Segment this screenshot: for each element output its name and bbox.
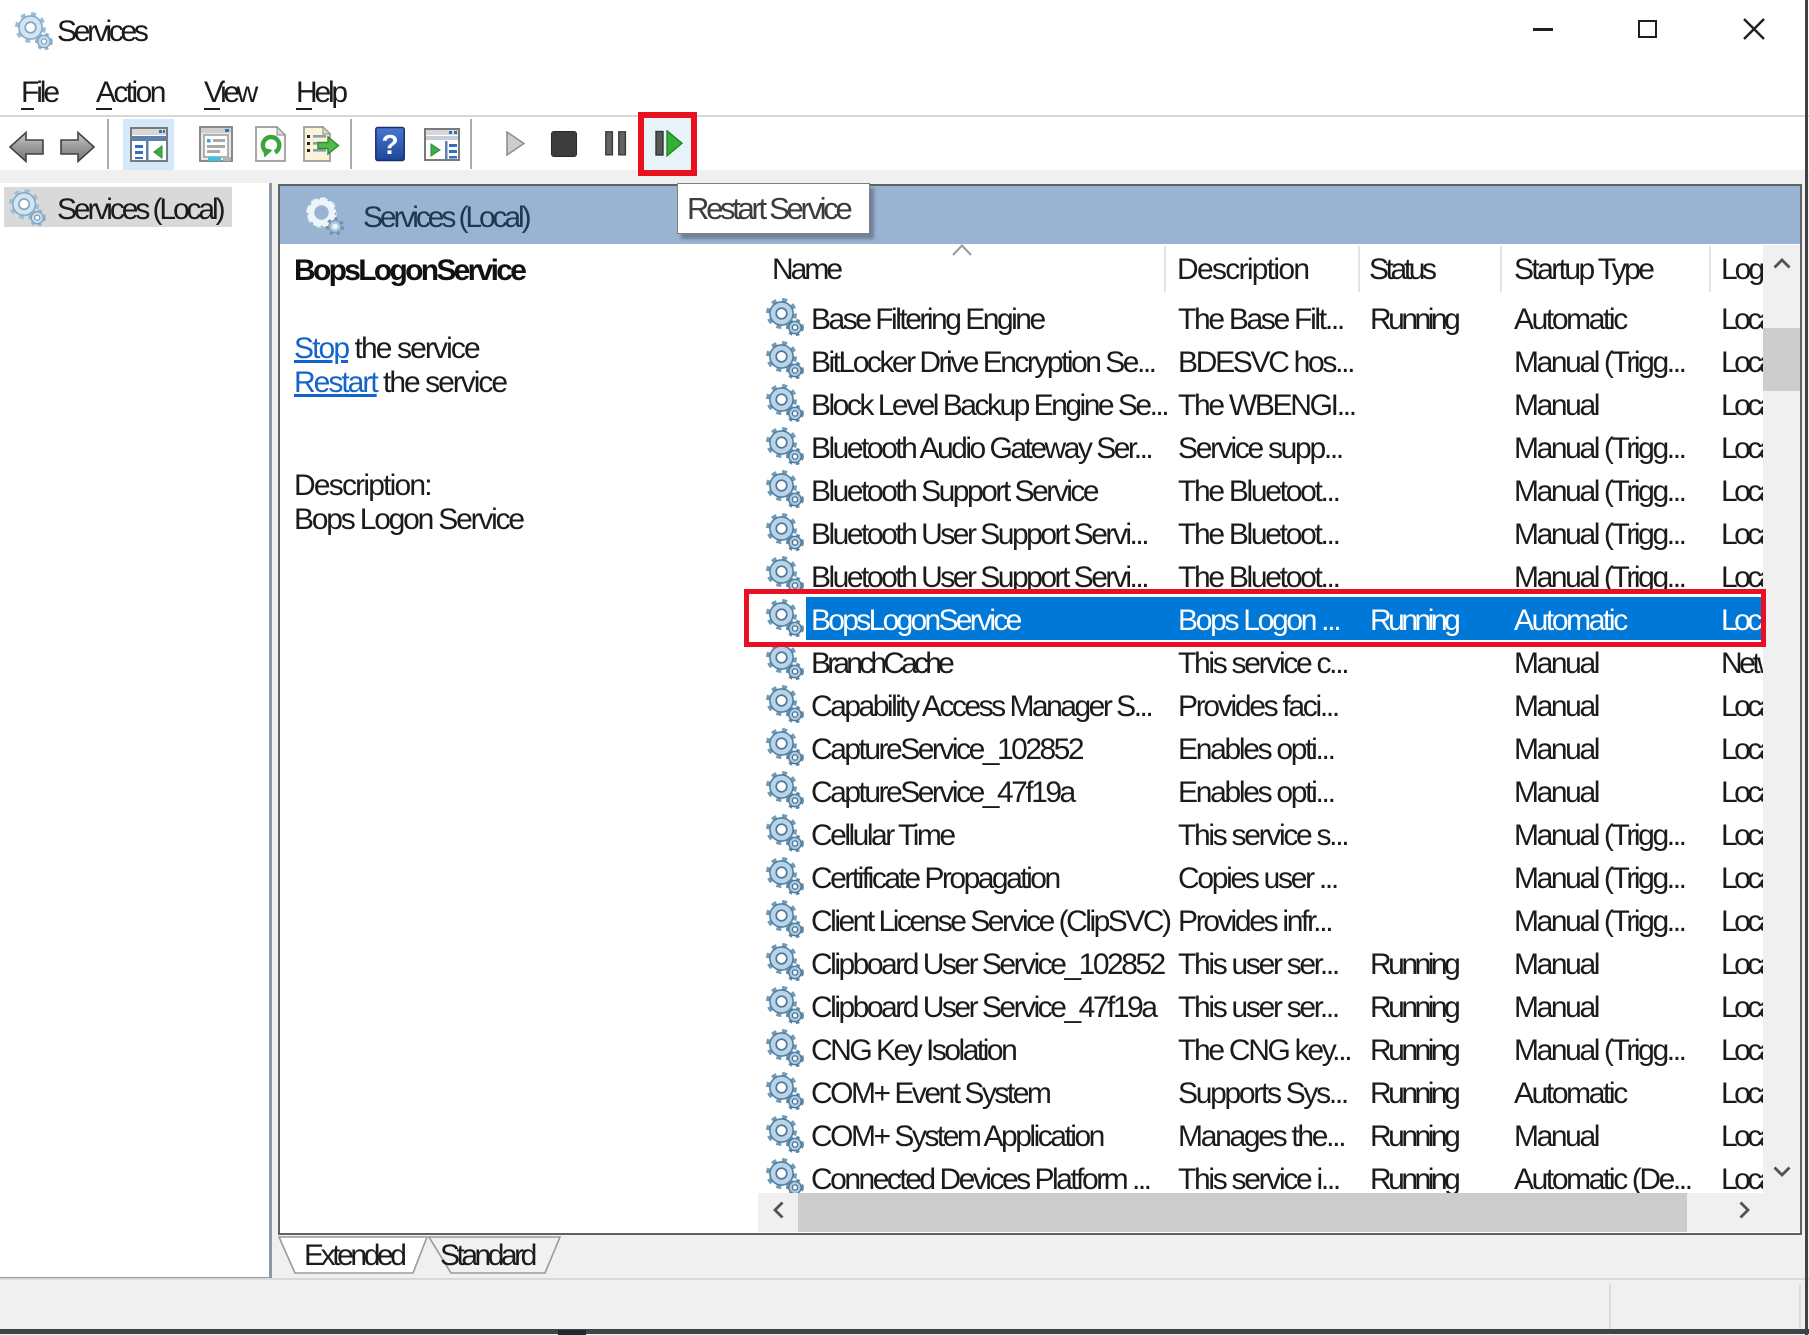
svg-text:?: ? (381, 129, 398, 160)
